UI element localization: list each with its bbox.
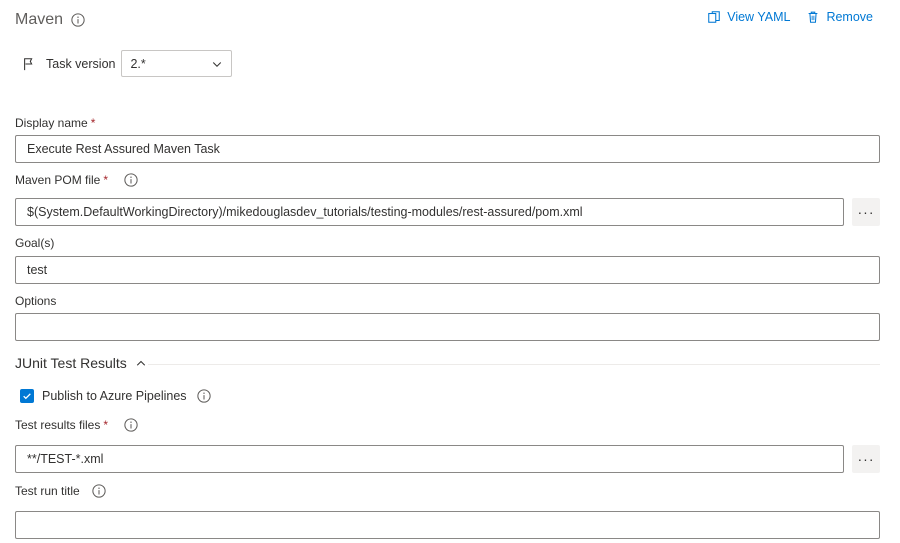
- task-version-label: Task version: [46, 56, 116, 71]
- publish-checkbox-label: Publish to Azure Pipelines: [42, 389, 187, 403]
- test-results-files-label-text: Test results files: [15, 418, 101, 432]
- info-icon[interactable]: [196, 389, 211, 403]
- junit-section-header[interactable]: JUnit Test Results: [15, 355, 147, 371]
- remove-button[interactable]: Remove: [806, 10, 873, 24]
- pom-file-value: $(System.DefaultWorkingDirectory)/mikedo…: [27, 205, 583, 219]
- options-label-text: Options: [15, 294, 57, 308]
- options-label: Options: [15, 294, 56, 308]
- remove-label: Remove: [826, 10, 873, 24]
- test-results-files-value: **/TEST-*.xml: [27, 452, 104, 466]
- test-run-title-label-text: Test run title: [15, 484, 80, 498]
- goals-label-text: Goal(s): [15, 236, 55, 250]
- chevron-down-icon: [213, 61, 222, 67]
- info-icon[interactable]: [71, 13, 85, 27]
- section-divider: [148, 364, 880, 365]
- junit-section-title: JUnit Test Results: [15, 355, 127, 371]
- checkmark-icon: [23, 393, 31, 400]
- info-icon[interactable]: [92, 484, 106, 498]
- display-name-label-text: Display name: [15, 116, 88, 130]
- task-version-select[interactable]: 2.*: [121, 50, 233, 77]
- required-marker: *: [90, 116, 96, 130]
- info-icon[interactable]: [124, 173, 138, 187]
- chevron-up-icon[interactable]: [135, 357, 147, 369]
- view-yaml-label: View YAML: [727, 10, 791, 24]
- required-marker: *: [103, 173, 109, 187]
- options-input[interactable]: [15, 313, 880, 341]
- task-title: Maven: [15, 11, 85, 29]
- display-name-value: Execute Rest Assured Maven Task: [27, 142, 220, 156]
- test-results-files-label: Test results files *: [15, 418, 138, 432]
- pom-file-input[interactable]: $(System.DefaultWorkingDirectory)/mikedo…: [15, 198, 844, 226]
- required-marker: *: [103, 418, 109, 432]
- goals-label: Goal(s): [15, 236, 54, 250]
- goals-value: test: [27, 263, 48, 277]
- publish-checkbox[interactable]: [20, 389, 34, 403]
- test-run-title-input[interactable]: [15, 511, 880, 539]
- task-version-value: 2.*: [130, 56, 146, 71]
- goals-input[interactable]: test: [15, 256, 880, 284]
- task-version-row: Task version 2.*: [22, 50, 233, 77]
- publish-checkbox-row: Publish to Azure Pipelines: [20, 389, 211, 403]
- info-icon[interactable]: [124, 418, 138, 432]
- test-run-title-label: Test run title: [15, 484, 106, 498]
- pom-file-label: Maven POM file *: [15, 173, 138, 187]
- pom-file-browse-button[interactable]: ···: [852, 198, 880, 226]
- pom-file-label-text: Maven POM file: [15, 173, 101, 187]
- page-title: Maven: [15, 11, 64, 28]
- flag-icon: [22, 57, 36, 71]
- display-name-input[interactable]: Execute Rest Assured Maven Task: [15, 135, 880, 163]
- view-yaml-button[interactable]: View YAML: [707, 10, 790, 24]
- top-actions: View YAML Remove: [707, 10, 873, 24]
- trash-icon: [809, 11, 818, 23]
- view-yaml-icon: [708, 11, 720, 23]
- display-name-label: Display name *: [15, 116, 95, 130]
- test-results-browse-button[interactable]: ···: [852, 445, 880, 473]
- test-results-files-input[interactable]: **/TEST-*.xml: [15, 445, 844, 473]
